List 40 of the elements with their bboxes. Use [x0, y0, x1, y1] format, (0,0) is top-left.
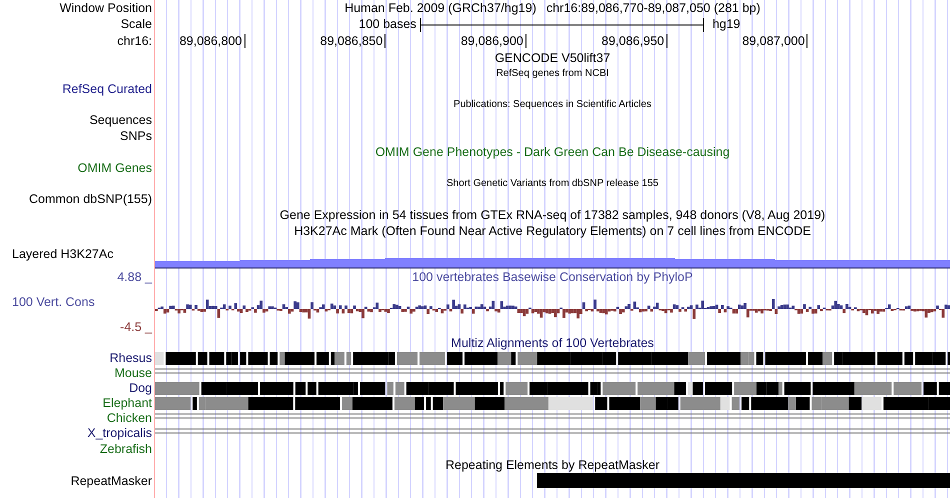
chromosome-label: chr16:	[116, 33, 153, 50]
assembly-title: Human Feb. 2009 (GRCh37/hg19)	[344, 0, 536, 16]
scale-text: 100 bases	[358, 16, 416, 34]
track-label[interactable]: -4.5 _	[120, 320, 152, 334]
ruler-label: 89,086,900	[460, 34, 526, 48]
track-label[interactable]: Layered H3K27Ac	[12, 246, 114, 262]
track-label[interactable]: OMIM Genes	[78, 160, 152, 176]
ruler-label: 89,086,850	[320, 34, 386, 48]
track-label[interactable]: Dog	[129, 381, 152, 396]
track-label[interactable]: Mouse	[114, 366, 152, 381]
track-label[interactable]: RefSeq Curated	[62, 82, 152, 96]
track-label[interactable]: X_tropicalis	[87, 426, 152, 441]
ruler-label: 89,086,800	[179, 34, 245, 48]
track-label[interactable]: Sequences	[89, 112, 152, 128]
track-title[interactable]: GENCODE V50lift37	[494, 50, 610, 66]
track-label[interactable]: Elephant	[102, 396, 152, 411]
track-title[interactable]: Multiz Alignments of 100 Vertebrates	[451, 335, 654, 351]
ruler-label: 89,086,950	[602, 34, 668, 48]
track-label[interactable]: Common dbSNP(155)	[29, 192, 152, 206]
track-title[interactable]: Gene Expression in 54 tissues from GTEx RNA-seq of 17382 samples, 948 donors (V8, Aug 2019)	[280, 207, 826, 223]
track-label[interactable]: SNPs	[120, 128, 152, 144]
window-position-label: Window Position	[58, 0, 153, 16]
track-title[interactable]: 100 vertebrates Basewise Conservation by PhyloP	[412, 269, 693, 285]
track-title[interactable]: Repeating Elements by RepeatMasker	[445, 457, 660, 473]
track-label[interactable]: 4.88 _	[117, 270, 152, 284]
track-title[interactable]: OMIM Gene Phenotypes - Dark Green Can Be Disease-causing	[375, 144, 730, 160]
track-label[interactable]: Zebrafish	[100, 442, 152, 456]
track-subtitle[interactable]: Publications: Sequences in Scientific Articles	[454, 97, 652, 112]
scale-label: Scale	[120, 16, 153, 33]
window-position[interactable]: chr16:89,086,770-89,087,050 (281 bp)	[546, 0, 760, 16]
scale-assembly: hg19	[712, 16, 740, 34]
track-subtitle[interactable]: RefSeq genes from NCBI	[496, 66, 609, 81]
track-label[interactable]: Chicken	[106, 411, 152, 426]
track-label[interactable]: 100 Vert. Cons	[12, 294, 95, 310]
ruler-label: 89,087,000	[742, 34, 808, 48]
track-title[interactable]: H3K27Ac Mark (Often Found Near Active Regulatory Elements) on 7 cell lines from ENCODE	[294, 223, 811, 239]
repeat-element-bar[interactable]	[537, 473, 950, 488]
track-label[interactable]: Rhesus	[110, 351, 152, 366]
track-subtitle[interactable]: Short Genetic Variants from dbSNP release 155	[446, 176, 658, 191]
track-label[interactable]: RepeatMasker	[70, 474, 152, 488]
